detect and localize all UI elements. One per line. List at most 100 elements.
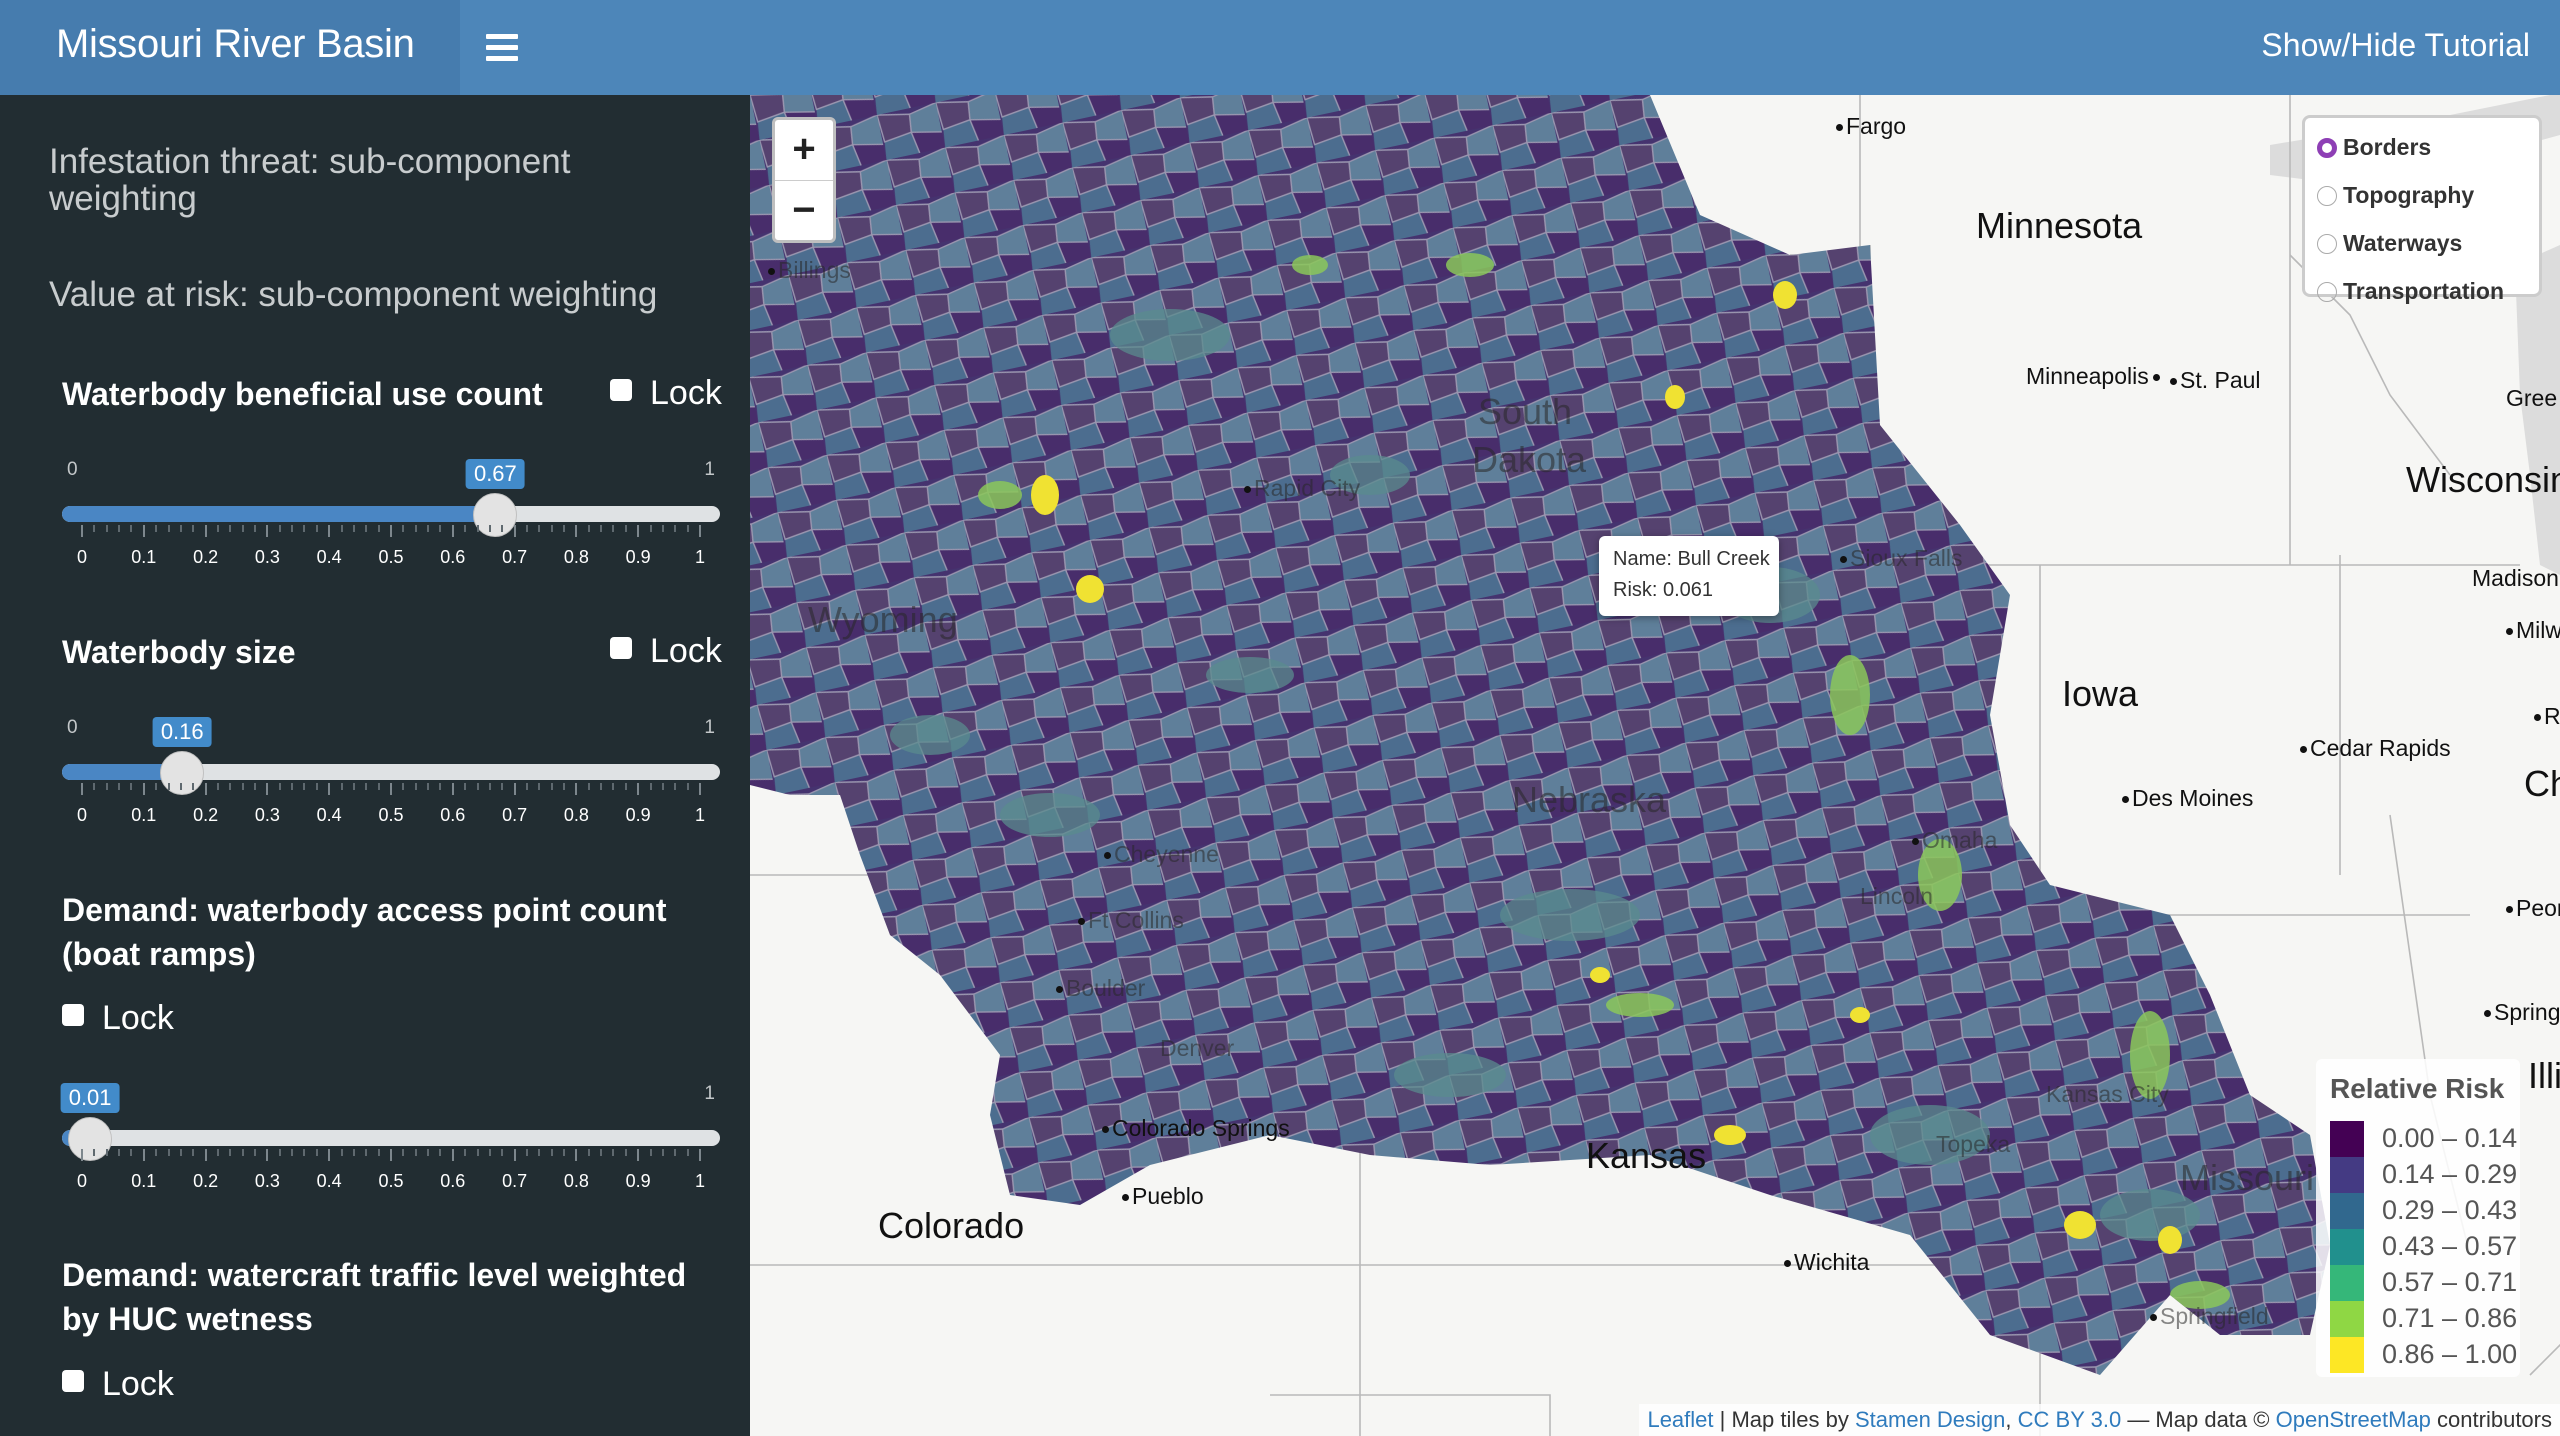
map-view[interactable]: Fargo Minnesota Billings Minneapolis St.…	[750, 95, 2560, 1436]
legend-range-label: 0.00 – 0.14	[2382, 1123, 2518, 1153]
slider-tick-label: 0.7	[502, 547, 528, 567]
slider-tick	[686, 525, 689, 532]
slider-tick	[525, 1149, 528, 1156]
slider-tick-label: 0	[76, 547, 88, 567]
layer-option-transportation[interactable]: Transportation	[2317, 278, 2504, 305]
city-label: Billings	[768, 257, 851, 284]
checkbox-icon[interactable]	[610, 379, 632, 401]
radio-icon[interactable]	[2317, 186, 2337, 206]
slider-tick	[142, 525, 145, 537]
slider-tick	[179, 783, 182, 790]
lock-checkbox-watercraft-traffic[interactable]: Lock	[62, 1365, 174, 1404]
slider-tick	[488, 525, 491, 532]
layer-option-borders[interactable]: Borders	[2317, 134, 2431, 161]
radio-icon[interactable]	[2317, 282, 2337, 302]
brand: Missouri River Basin	[0, 0, 460, 95]
slider-tick	[167, 783, 170, 790]
checkbox-icon[interactable]	[62, 1004, 84, 1026]
section-infestation-threat[interactable]: Infestation threat: sub-component weight…	[49, 143, 669, 217]
slider-tick	[81, 783, 83, 795]
state-label: Dakota	[1472, 439, 1587, 480]
slider-tick	[550, 525, 553, 532]
slider-tick	[130, 525, 133, 532]
city-label: Milw	[2506, 617, 2560, 644]
slider-tick	[241, 525, 244, 532]
legend-swatch	[2330, 1337, 2364, 1373]
zoom-control: + −	[772, 117, 836, 243]
slider-waterbody-size[interactable]: 0 1 0.16 0 0.1 0.2 0.3 0.4 0.5 0.6 0.7 0.8 0.9 1	[62, 717, 720, 827]
slider-tick	[538, 1149, 541, 1156]
slider-tick	[352, 783, 355, 790]
slider-beneficial-use[interactable]: 0 1 0.67 0 0.1 0.2 0.3 0.4 0.5 0.6 0.7 0.8 0.9 1	[62, 459, 720, 569]
slider-tick	[488, 1149, 491, 1156]
slider-handle[interactable]	[473, 493, 518, 537]
state-label: Minnesota	[1976, 205, 2143, 246]
slider-tick-label: 0	[76, 805, 88, 825]
city-label: R	[2534, 703, 2560, 730]
slider-tick	[216, 525, 219, 532]
slider-label-watercraft-traffic: Demand: watercraft traffic level weighte…	[62, 1257, 687, 1337]
slider-tick	[105, 783, 108, 790]
slider-tick	[649, 525, 652, 532]
slider-track[interactable]	[62, 1130, 720, 1146]
slider-tick	[204, 1149, 207, 1161]
attribution-text: — Map data ©	[2127, 1407, 2270, 1432]
slider-tick	[563, 783, 566, 790]
lock-label: Lock	[650, 374, 722, 412]
slider-fill	[62, 506, 496, 522]
hamburger-menu-icon[interactable]	[486, 34, 518, 62]
checkbox-icon[interactable]	[610, 637, 632, 659]
slider-tick	[402, 1149, 405, 1156]
slider-tick	[600, 525, 603, 532]
slider-tick	[637, 525, 640, 537]
slider-tick	[699, 525, 701, 537]
slider-tick-label: 0.1	[131, 1171, 157, 1191]
slider-tick	[328, 783, 331, 795]
slider-tick-label: 0.2	[193, 547, 219, 567]
slider-tick	[637, 783, 640, 795]
slider-tick-label: 0.1	[131, 805, 157, 825]
section-value-at-risk[interactable]: Value at risk: sub-component weighting	[49, 276, 669, 313]
slider-tick	[105, 1149, 108, 1156]
slider-tick	[93, 525, 96, 532]
slider-tick	[328, 525, 331, 537]
layer-option-waterways[interactable]: Waterways	[2317, 230, 2462, 257]
slider-tick	[216, 1149, 219, 1156]
tutorial-toggle-link[interactable]: Show/Hide Tutorial	[2261, 27, 2530, 64]
slider-tick-label: 0.6	[440, 805, 466, 825]
layer-option-topography[interactable]: Topography	[2317, 182, 2474, 209]
state-label: Kansas	[1586, 1135, 1707, 1176]
lock-checkbox-waterbody-size[interactable]: Lock	[610, 632, 722, 671]
legend-swatch	[2330, 1229, 2364, 1265]
slider-tick	[661, 783, 664, 790]
slider-tick	[155, 783, 158, 790]
slider-tick	[352, 525, 355, 532]
slider-access-point-count[interactable]: 1 0.01 0 0.1 0.2 0.3 0.4 0.5 0.6 0.7 0.8 0.9 1	[60, 1083, 720, 1193]
city-label: Gree	[2506, 385, 2558, 411]
slider-tick	[315, 783, 318, 790]
slider-tick	[266, 1149, 269, 1161]
osm-link[interactable]: OpenStreetMap	[2276, 1407, 2431, 1432]
slider-tick	[661, 1149, 664, 1156]
license-link[interactable]: CC BY 3.0	[2018, 1407, 2122, 1432]
city-label: Springfield	[2150, 1303, 2269, 1330]
slider-tick	[575, 1149, 578, 1161]
zoom-out-button[interactable]: −	[775, 181, 833, 241]
radio-icon[interactable]	[2317, 234, 2337, 254]
stamen-link[interactable]: Stamen Design	[1855, 1407, 2005, 1432]
leaflet-link[interactable]: Leaflet	[1647, 1407, 1713, 1432]
lock-checkbox-access-point-count[interactable]: Lock	[62, 999, 174, 1038]
checkbox-icon[interactable]	[62, 1370, 84, 1392]
state-label: Illino	[2528, 1055, 2560, 1096]
top-navbar: Missouri River Basin Show/Hide Tutorial	[0, 0, 2560, 95]
zoom-in-button[interactable]: +	[775, 120, 833, 181]
lock-label: Lock	[650, 632, 722, 670]
legend-range-label: 0.71 – 0.86	[2382, 1303, 2518, 1333]
slider-tick	[179, 525, 182, 532]
state-label: Colorado	[878, 1205, 1025, 1246]
slider-tick	[340, 1149, 343, 1156]
lock-checkbox-beneficial-use[interactable]: Lock	[610, 374, 722, 413]
state-label: Iowa	[2062, 673, 2139, 714]
slider-tick-label: 0.4	[316, 1171, 342, 1191]
radio-selected-icon[interactable]	[2317, 138, 2337, 158]
